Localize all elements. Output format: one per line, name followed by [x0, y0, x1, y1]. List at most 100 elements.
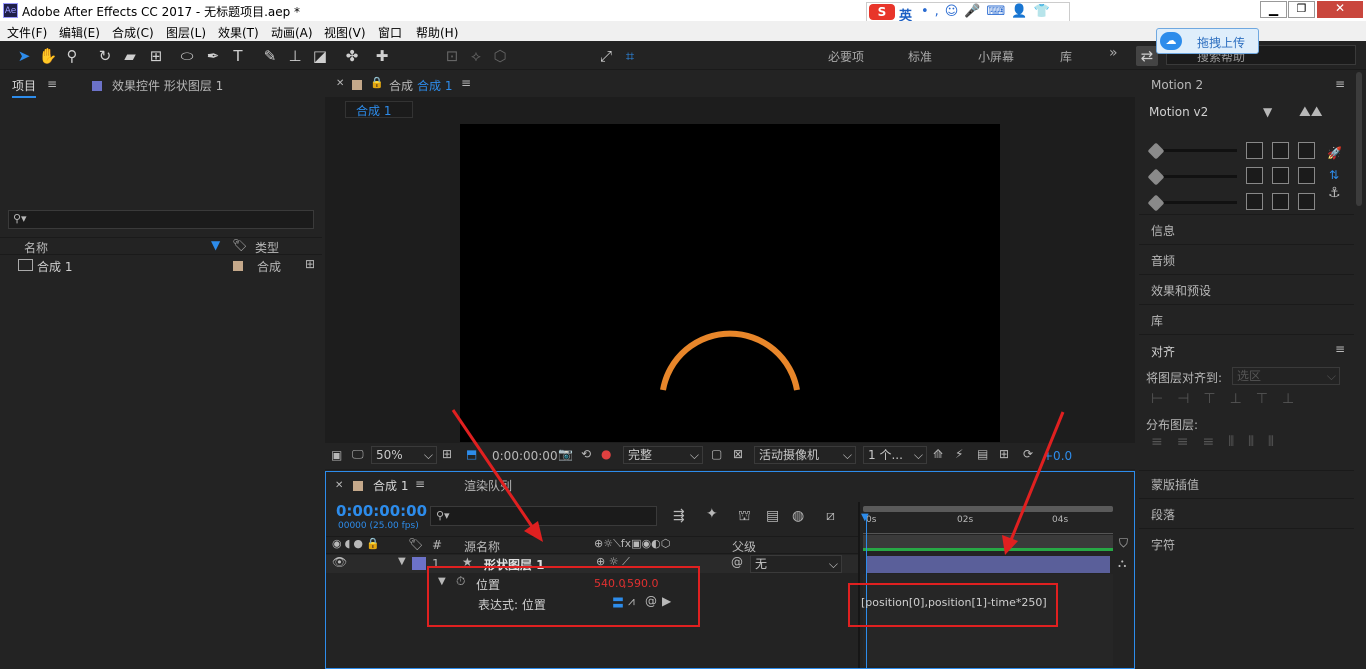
resolution-dropdown[interactable]: 完整 ⌵ — [623, 446, 703, 464]
close-button[interactable]: ✕ — [1317, 1, 1363, 18]
ellipse-tool-icon[interactable]: ⬭ — [177, 46, 197, 66]
anchor-top-center[interactable] — [1272, 142, 1289, 159]
exposure-icon[interactable]: ⟳ — [1023, 447, 1033, 461]
tab-project[interactable]: 项目 — [12, 77, 37, 98]
project-menu-icon[interactable]: ≡ — [47, 77, 57, 91]
slider-2-knob[interactable] — [1147, 168, 1165, 186]
align-panel-title[interactable]: 对齐 — [1151, 343, 1175, 360]
layer-label-swatch[interactable] — [412, 557, 426, 570]
layer-end-icon[interactable]: ⛬ — [1118, 556, 1126, 571]
time-indicator-head[interactable]: ▼ — [861, 512, 869, 523]
expand-arrow-icon[interactable]: ▼ — [398, 556, 406, 567]
minimize-button[interactable]: ▁ — [1260, 1, 1287, 18]
comp-breadcrumb[interactable]: 合成 1 — [345, 101, 413, 118]
menu-composition[interactable]: 合成(C) — [112, 24, 154, 41]
toggle-3d-icon[interactable]: ⟰ — [933, 447, 943, 461]
brush-tool-icon[interactable]: ✎ — [260, 46, 280, 66]
project-search-input[interactable]: ⚲▾ — [8, 210, 314, 229]
eraser-tool-icon[interactable]: ◪ — [310, 46, 330, 66]
comp-navigator-icon[interactable]: ⛉ — [1119, 536, 1128, 551]
pen-tool-icon[interactable]: ✒ — [203, 46, 223, 66]
parent-dropdown[interactable]: 无 ⌵ — [750, 555, 842, 573]
snap-target-icon[interactable]: ⌗ — [620, 46, 640, 66]
region-of-interest-icon[interactable]: ▢ — [711, 447, 722, 461]
always-preview-icon[interactable]: ▣ — [331, 448, 342, 462]
axis-view-icon[interactable]: ⬡ — [490, 46, 510, 66]
close-tab-icon[interactable]: ✕ — [335, 480, 343, 491]
restore-button[interactable]: ❐ — [1288, 1, 1315, 18]
slider-1-track[interactable] — [1155, 149, 1237, 152]
anchor-bottom-center[interactable] — [1272, 193, 1289, 210]
comp-tab-prefix[interactable]: 合成 — [389, 77, 413, 94]
menu-window[interactable]: 窗口 — [378, 24, 402, 41]
menu-layer[interactable]: 图层(L) — [166, 24, 206, 41]
flowchart-icon[interactable]: ⊞ — [305, 257, 315, 271]
section-character[interactable]: 字符 — [1151, 536, 1175, 553]
monitor-icon[interactable]: 🖵 — [352, 447, 364, 462]
exposure-value[interactable]: +0.0 — [1043, 449, 1072, 463]
menu-edit[interactable]: 编辑(E) — [59, 24, 100, 41]
anchor-top-right[interactable] — [1298, 142, 1315, 159]
work-area-bar[interactable] — [863, 506, 1113, 512]
fast-preview-icon[interactable]: ⚡ — [955, 447, 963, 461]
zoom-dropdown[interactable]: 50% ⌵ — [371, 446, 437, 464]
section-effects-presets[interactable]: 效果和预设 — [1151, 282, 1211, 299]
slider-3-track[interactable] — [1155, 201, 1237, 204]
rotate-tool-icon[interactable]: ↻ — [95, 46, 115, 66]
puppet-pin-tool-icon[interactable]: ✚ — [372, 46, 392, 66]
comp-mini-flowchart-icon[interactable]: ⇶ — [673, 508, 685, 524]
workspace-standard[interactable]: 标准 — [908, 48, 932, 65]
camera-tool-icon[interactable]: ▰ — [120, 46, 140, 66]
anchor-bottom-left[interactable] — [1246, 193, 1263, 210]
menu-view[interactable]: 视图(V) — [324, 24, 366, 41]
menu-animation[interactable]: 动画(A) — [271, 24, 313, 41]
timeline-search-input[interactable]: ⚲▾ — [430, 506, 657, 526]
swap-icon[interactable]: ⇅ — [1329, 168, 1339, 182]
timeline-tab-render[interactable]: 渲染队列 — [464, 477, 512, 494]
zoom-tool-icon[interactable]: ⚲ — [62, 46, 82, 66]
channel-icon[interactable]: ● — [601, 447, 611, 461]
timeline-menu-icon[interactable]: ≡ — [415, 477, 425, 491]
flowchart-icon[interactable]: ⊞ — [999, 447, 1009, 461]
align-buttons-icons[interactable]: ⊢⊣⊤⊥⊤⊥ — [1151, 391, 1308, 407]
comp-menu-icon[interactable]: ≡ — [461, 76, 471, 90]
views-dropdown[interactable]: 1 个... ⌵ — [863, 446, 927, 464]
sync-settings-icon[interactable]: ⇄ — [1136, 46, 1158, 66]
visibility-eye-icon[interactable]: 👁 — [332, 555, 347, 569]
panel-menu-icon[interactable]: ≡ — [1335, 77, 1345, 91]
pan-behind-tool-icon[interactable]: ⊞ — [146, 46, 166, 66]
comp-duration-bar[interactable] — [863, 535, 1113, 551]
mask-icon[interactable]: ⬒ — [466, 447, 477, 461]
motion-version-dropdown[interactable]: Motion v2 ▼ — [1145, 103, 1272, 123]
menu-effect[interactable]: 效果(T) — [218, 24, 259, 41]
timeline-icon[interactable]: ▤ — [977, 447, 988, 461]
section-paragraph[interactable]: 段落 — [1151, 506, 1175, 523]
tab-effect-controls[interactable]: 效果控件 形状图层 1 — [112, 77, 223, 94]
axis-world-icon[interactable]: ⟡ — [466, 46, 486, 66]
timeline-timecode[interactable]: 0:00:00:00 — [336, 502, 427, 520]
layer-duration-bar[interactable] — [866, 556, 1110, 573]
text-tool-icon[interactable]: T — [228, 46, 248, 66]
time-ruler[interactable]: 0s 02s 04s — [863, 514, 1113, 534]
clone-stamp-tool-icon[interactable]: ⊥ — [285, 46, 305, 66]
motion-blur-icon[interactable]: ◍ — [792, 508, 804, 524]
grid-icon[interactable]: ⊞ — [442, 447, 452, 461]
axis-local-icon[interactable]: ⊡ — [442, 46, 462, 66]
workspace-library[interactable]: 库 — [1060, 48, 1072, 65]
slider-3-knob[interactable] — [1147, 194, 1165, 212]
section-libraries[interactable]: 库 — [1151, 312, 1163, 329]
anchor-center[interactable] — [1272, 167, 1289, 184]
anchor-mid-right[interactable] — [1298, 167, 1315, 184]
comp-tab-name[interactable]: 合成 1 — [417, 77, 452, 94]
scrollbar[interactable] — [1356, 72, 1362, 206]
lock-icon[interactable]: 🔒 — [370, 76, 384, 89]
camera-dropdown[interactable]: 活动摄像机 ⌵ — [754, 446, 856, 464]
column-source-name[interactable]: 源名称 — [464, 538, 500, 555]
transparency-grid-icon[interactable]: ⊠ — [733, 447, 743, 461]
show-snapshot-icon[interactable]: ⟲ — [581, 447, 591, 461]
workspace-essentials[interactable]: 必要项 — [828, 48, 864, 65]
upload-popup[interactable]: ☁ 拖拽上传 — [1156, 28, 1259, 54]
selection-tool-icon[interactable]: ➤ — [14, 46, 34, 66]
timeline-tab-comp[interactable]: 合成 1 — [373, 477, 408, 494]
section-mask-interpolation[interactable]: 蒙版插值 — [1151, 476, 1199, 493]
